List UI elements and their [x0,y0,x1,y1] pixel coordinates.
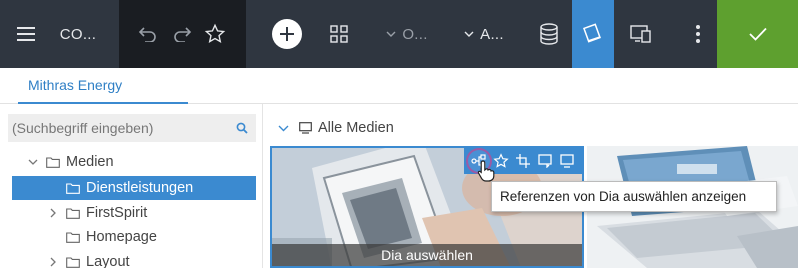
search-placeholder: (Suchbegriff eingeben) [12,120,154,136]
tree-item-layout[interactable]: Layout [0,250,262,268]
checkmark-icon [748,27,767,41]
add-button[interactable] [270,0,304,68]
folder-icon [66,207,80,219]
tree-item-homepage[interactable]: Homepage [0,225,262,249]
monitor-icon[interactable] [556,150,578,172]
preview-icon[interactable] [534,150,556,172]
media-mode-icon [583,23,601,43]
chevron-down-icon[interactable] [26,159,40,166]
undo-icon[interactable] [134,0,160,68]
tooltip: Referenzen von Dia auswählen anzeigen [491,181,777,212]
tooltip-text: Referenzen von Dia auswählen anzeigen [500,189,747,204]
crop-icon[interactable] [512,150,534,172]
hand-cursor-icon [477,160,495,182]
chevron-right-icon[interactable] [46,257,60,267]
plus-circle-icon [272,19,302,49]
dropdown-one-label: O... [402,25,428,43]
dropdown-one[interactable]: O... [378,0,436,68]
tree-item-label: Homepage [86,229,157,245]
media-mode-button[interactable] [572,0,614,68]
project-switcher[interactable]: CO... [56,0,100,68]
search-icon[interactable] [236,121,248,137]
hamburger-menu-icon[interactable] [14,0,38,68]
project-switcher-label: CO... [59,25,97,43]
monitor-icon [299,122,312,134]
chevron-down-icon [464,31,474,37]
save-button[interactable] [717,0,798,68]
folder-icon [66,182,80,194]
media-tree-pane: (Suchbegriff eingeben) Medien Dienstleis… [0,104,262,268]
tab-project[interactable]: Mithras Energy [18,68,188,104]
breadcrumb-label: Alle Medien [318,120,394,136]
tree-item-label: Layout [86,254,130,268]
project-tab-bar: Mithras Energy [0,68,798,104]
tree-item-dienstleistungen[interactable]: Dienstleistungen [12,176,256,200]
chevron-down-icon[interactable] [278,125,289,132]
top-toolbar: CO... O... A... [0,0,798,68]
tree-item-label: Medien [66,154,114,170]
star-icon[interactable] [202,0,228,68]
tile-caption: Dia auswählen [272,244,582,266]
redo-icon[interactable] [170,0,196,68]
chevron-down-icon [386,31,396,37]
grid-apps-icon[interactable] [326,0,352,68]
search-input[interactable]: (Suchbegriff eingeben) [8,114,256,142]
tree-item-firstspirit[interactable]: FirstSpirit [0,201,262,225]
dropdown-two[interactable]: A... [458,0,510,68]
tab-project-label: Mithras Energy [28,77,123,93]
dropdown-two-label: A... [480,25,504,43]
more-vertical-icon[interactable] [686,0,710,68]
pane-divider[interactable] [262,104,263,268]
tree-item-label: Dienstleistungen [86,180,194,196]
folder-icon [66,231,80,243]
database-stack-icon[interactable] [534,0,564,68]
folder-icon [66,256,80,268]
tree-item-medien[interactable]: Medien [0,150,262,174]
tree-item-label: FirstSpirit [86,205,148,221]
media-breadcrumb[interactable]: Alle Medien [278,117,394,139]
device-preview-icon[interactable] [626,0,656,68]
folder-icon [46,156,60,168]
chevron-right-icon[interactable] [46,208,60,218]
